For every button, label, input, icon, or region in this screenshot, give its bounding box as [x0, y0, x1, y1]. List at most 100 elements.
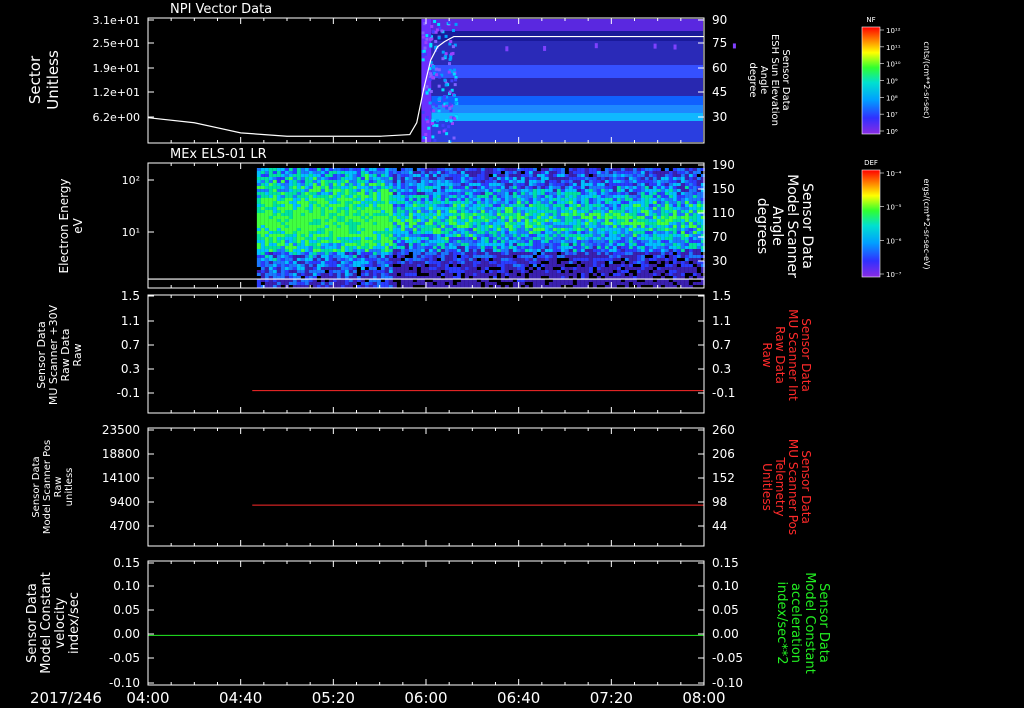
els-cell: [552, 198, 557, 201]
els-cell: [304, 252, 309, 255]
els-cell: [696, 201, 701, 204]
els-cell: [372, 246, 377, 249]
els-cell: [544, 177, 549, 180]
els-cell: [552, 171, 557, 174]
els-cell: [516, 225, 521, 228]
els-cell: [632, 261, 637, 264]
els-cell: [444, 252, 449, 255]
els-cell: [340, 237, 345, 240]
els-cell: [332, 243, 337, 246]
els-cell: [536, 225, 541, 228]
els-cell: [556, 219, 561, 222]
els-cell: [368, 174, 373, 177]
els-cell: [328, 264, 333, 267]
els-cell: [300, 234, 305, 237]
els-cell: [672, 240, 677, 243]
els-cell: [264, 198, 269, 201]
els-cell: [428, 168, 433, 171]
els-cell: [616, 264, 621, 267]
els-cell: [532, 216, 537, 219]
els-cell: [356, 210, 361, 213]
els-cell: [448, 171, 453, 174]
els-cell: [676, 210, 681, 213]
els-cell: [576, 249, 581, 252]
els-cell: [256, 180, 261, 183]
svg-text:acceleration: acceleration: [788, 583, 803, 663]
els-cell: [368, 255, 373, 258]
els-cell: [576, 228, 581, 231]
els-cell: [464, 213, 469, 216]
els-cell: [588, 228, 593, 231]
npi-speckle: [424, 132, 428, 136]
els-cell: [312, 177, 317, 180]
els-cell: [456, 210, 461, 213]
els-cell: [580, 243, 585, 246]
els-cell: [528, 195, 533, 198]
els-cell: [288, 243, 293, 246]
els-cell: [692, 204, 697, 207]
els-cell: [584, 222, 589, 225]
els-cell: [568, 201, 573, 204]
els-cell: [288, 180, 293, 183]
els-cell: [472, 198, 477, 201]
colorbar-def-gradient: [862, 170, 880, 277]
els-cell: [656, 234, 661, 237]
els-cell: [408, 207, 413, 210]
els-cell: [388, 222, 393, 225]
els-cell: [676, 201, 681, 204]
els-cell: [600, 231, 605, 234]
els-cell: [300, 192, 305, 195]
els-cell: [572, 180, 577, 183]
els-cell: [620, 213, 625, 216]
els-cell: [360, 183, 365, 186]
els-cell: [324, 264, 329, 267]
els-cell: [284, 261, 289, 264]
y-tick-label: 45: [712, 85, 727, 99]
npi-speckle: [437, 36, 441, 40]
npi-speckle: [454, 98, 458, 102]
els-cell: [344, 282, 349, 285]
els-cell: [524, 249, 529, 252]
els-cell: [292, 231, 297, 234]
els-cell: [448, 267, 453, 270]
els-cell: [320, 273, 325, 276]
els-cell: [652, 255, 657, 258]
els-cell: [676, 207, 681, 210]
els-cell: [540, 186, 545, 189]
els-cell: [256, 198, 261, 201]
els-cell: [608, 237, 613, 240]
els-cell: [544, 189, 549, 192]
npi-dot: [594, 43, 598, 49]
els-cell: [272, 243, 277, 246]
els-cell: [288, 177, 293, 180]
els-cell: [608, 258, 613, 261]
els-cell: [628, 171, 633, 174]
els-cell: [520, 270, 525, 273]
els-cell: [276, 198, 281, 201]
els-cell: [436, 186, 441, 189]
els-cell: [536, 228, 541, 231]
els-cell: [688, 243, 693, 246]
y-tick-label: 0.15: [113, 556, 140, 570]
els-cell: [480, 267, 485, 270]
els-cell: [292, 270, 297, 273]
els-cell: [564, 210, 569, 213]
els-cell: [380, 246, 385, 249]
els-cell: [688, 219, 693, 222]
els-cell: [644, 186, 649, 189]
els-cell: [456, 189, 461, 192]
els-cell: [320, 201, 325, 204]
colorbar-tick-label: 10⁻⁷: [886, 271, 902, 279]
els-cell: [600, 201, 605, 204]
els-cell: [444, 270, 449, 273]
els-cell: [292, 246, 297, 249]
els-cell: [300, 264, 305, 267]
els-cell: [320, 252, 325, 255]
els-cell: [468, 237, 473, 240]
els-cell: [500, 264, 505, 267]
els-cell: [612, 246, 617, 249]
els-cell: [504, 174, 509, 177]
els-cell: [508, 237, 513, 240]
els-cell: [308, 246, 313, 249]
els-cell: [428, 183, 433, 186]
